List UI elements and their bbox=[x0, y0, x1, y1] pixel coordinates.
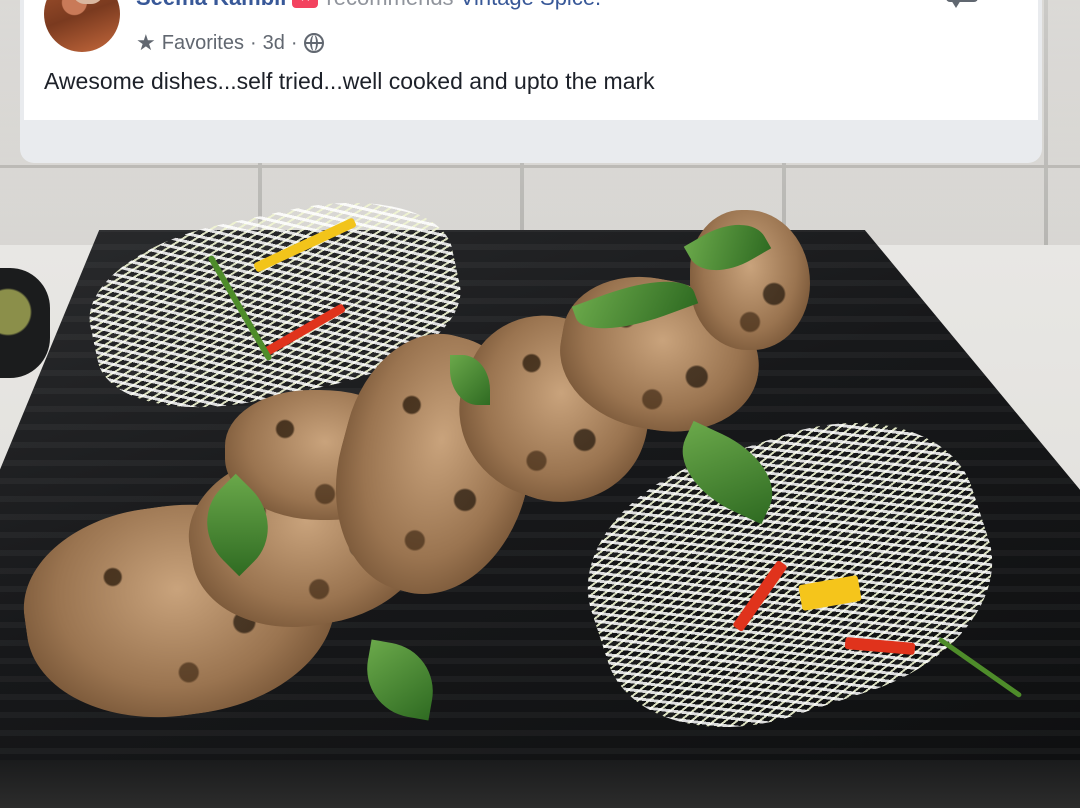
wall-grout-line bbox=[0, 165, 1080, 168]
post-card-body: Seema Kambli recommends Vintage Spice. · ·… bbox=[24, 0, 1038, 120]
post-text: Awesome dishes...self tried...well cooke… bbox=[44, 68, 655, 94]
globe-icon[interactable] bbox=[303, 33, 324, 53]
plate-rim bbox=[0, 760, 1080, 808]
post-card: Seema Kambli recommends Vintage Spice. · ·… bbox=[20, 0, 1042, 163]
author-name-link[interactable]: Seema Kambli bbox=[136, 0, 286, 10]
post-meta: ★ Favorites · 3d · bbox=[136, 30, 324, 56]
timestamp-link[interactable]: 3d bbox=[263, 32, 285, 55]
meta-separator: · bbox=[249, 31, 257, 54]
audience-label[interactable]: Favorites bbox=[162, 32, 244, 55]
meta-separator: · bbox=[290, 31, 298, 54]
page-name-link[interactable]: Vintage Spice. bbox=[460, 0, 601, 10]
post-headline: Seema Kambli recommends Vintage Spice. bbox=[136, 0, 601, 9]
star-icon: ★ bbox=[136, 30, 156, 55]
recommendation-label: recommends bbox=[326, 0, 453, 10]
recommend-icon bbox=[292, 0, 319, 8]
comment-icon[interactable] bbox=[946, 0, 978, 8]
avatar[interactable] bbox=[44, 0, 120, 52]
